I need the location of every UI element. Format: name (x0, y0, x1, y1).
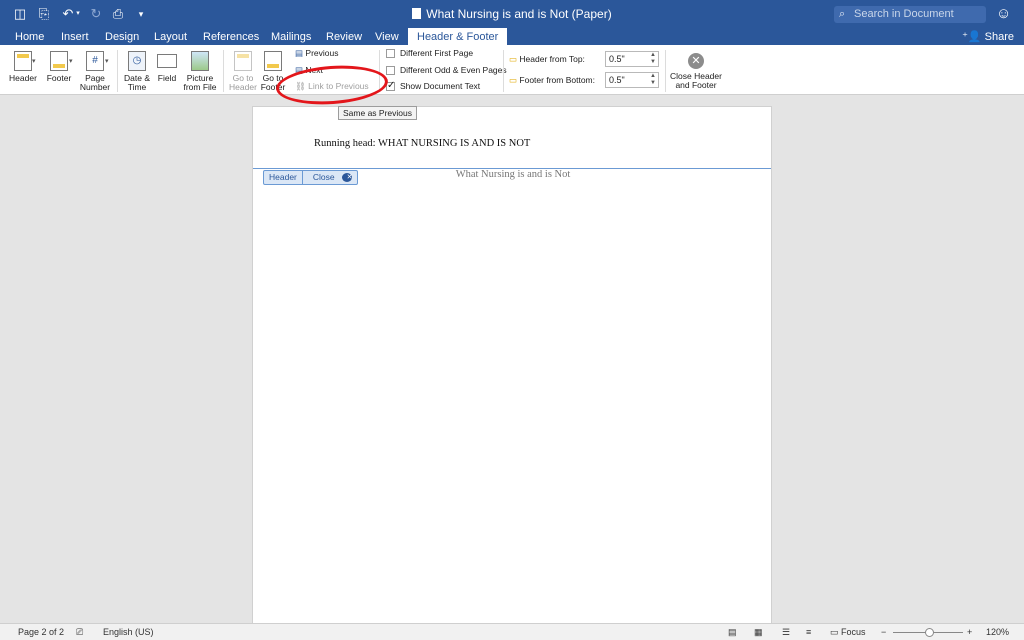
header-from-top-value: 0.5" (609, 54, 625, 64)
ribbon-tabs: Home Insert Design Layout References Mai… (0, 28, 1024, 45)
page-number-label-2: Number (79, 82, 111, 92)
header-from-top-label: ▭ Header from Top: (509, 54, 585, 65)
web-layout-icon[interactable]: ▦ (754, 627, 763, 638)
focus-label: Focus (841, 627, 866, 637)
header-from-top-text: Header from Top: (519, 54, 585, 64)
same-as-previous-tooltip: Same as Previous (338, 106, 417, 120)
share-button[interactable]: ⁺👤 Share (962, 30, 1014, 43)
picture-icon (191, 51, 209, 71)
previous-button[interactable]: ▤ Previous (295, 48, 338, 59)
zoom-level[interactable]: 120% (986, 627, 1009, 638)
go-to-footer-icon (264, 51, 282, 71)
tab-references[interactable]: References (203, 30, 259, 44)
header-icon (14, 51, 32, 71)
tab-review[interactable]: Review (326, 30, 362, 44)
ribbon-separator (665, 50, 666, 92)
tab-home[interactable]: Home (15, 30, 44, 44)
page-count[interactable]: Page 2 of 2 (18, 627, 64, 638)
show-document-text-label: Show Document Text (400, 81, 481, 91)
header-dropdown-icon[interactable]: ▾ (32, 57, 36, 65)
ribbon: Header ▾ Footer ▾ # Page Number ▾ ◷ Date… (0, 45, 1024, 95)
document-title-text: What Nursing is and is Not (Paper) (426, 7, 612, 21)
tab-mailings[interactable]: Mailings (271, 30, 311, 44)
close-icon: ✕ (688, 53, 704, 69)
calendar-clock-icon: ◷ (128, 51, 146, 71)
footer-button[interactable]: Footer (42, 51, 76, 83)
tab-layout[interactable]: Layout (154, 30, 187, 44)
stepper-arrows-icon[interactable]: ▲ ▼ (650, 73, 656, 87)
search-icon: ⌕ (839, 8, 846, 20)
zoom-slider-handle[interactable] (925, 628, 934, 637)
feedback-smiley-icon[interactable]: ☺ (996, 5, 1014, 23)
go-to-header-label-2: Header (229, 82, 257, 92)
footer-from-bottom-input[interactable]: 0.5" ▲ ▼ (605, 72, 659, 88)
status-bar: Page 2 of 2 ⎚ English (US) ▤ ▦ ☰ ≡ ▭ Foc… (0, 623, 1024, 640)
ribbon-separator (503, 50, 504, 92)
tab-design[interactable]: Design (105, 30, 139, 44)
go-to-header-icon (234, 51, 252, 71)
document-icon (412, 8, 422, 19)
tab-insert[interactable]: Insert (61, 30, 89, 44)
stepper-arrows-icon[interactable]: ▲ ▼ (650, 52, 656, 66)
ribbon-separator (117, 50, 118, 92)
document-page[interactable]: Running head: WHAT NURSING IS AND IS NOT… (252, 106, 772, 626)
close-header-footer-button[interactable]: ✕ Close Header and Footer (667, 53, 725, 90)
focus-icon: ▭ (830, 627, 839, 637)
proofing-icon[interactable]: ⎚ (76, 627, 83, 638)
picture-label-2: from File (183, 82, 217, 92)
header-position-icon: ▭ (509, 54, 518, 64)
outline-icon[interactable]: ☰ (782, 627, 790, 638)
document-canvas[interactable]: Running head: WHAT NURSING IS AND IS NOT… (0, 95, 1024, 626)
footer-dropdown-icon[interactable]: ▾ (69, 57, 73, 65)
field-label: Field (157, 73, 177, 83)
zoom-out-button[interactable]: − (881, 627, 886, 638)
field-button[interactable]: Field (154, 51, 180, 83)
header-button-label: Header (9, 73, 37, 83)
footer-position-icon: ▭ (509, 75, 518, 85)
go-to-header-button: Go to Header (227, 51, 259, 92)
search-placeholder: Search in Document (854, 8, 954, 20)
footer-from-bottom-label: ▭ Footer from Bottom: (509, 75, 595, 86)
different-odd-even-checkbox[interactable] (386, 66, 395, 75)
page-number-dropdown-icon[interactable]: ▾ (105, 57, 109, 65)
page-number-icon: # (86, 51, 104, 71)
tab-view[interactable]: View (375, 30, 399, 44)
draft-icon[interactable]: ≡ (806, 627, 811, 638)
different-first-page-checkbox[interactable] (386, 49, 395, 58)
print-layout-icon[interactable]: ▤ (728, 627, 737, 638)
header-button[interactable]: Header (6, 51, 40, 83)
tab-header-footer[interactable]: Header & Footer (408, 28, 508, 45)
focus-button[interactable]: ▭ Focus (830, 627, 866, 638)
zoom-in-button[interactable]: + (967, 627, 972, 638)
picture-from-file-button[interactable]: Picture from File (182, 51, 218, 92)
date-time-button[interactable]: ◷ Date & Time (121, 51, 153, 92)
footer-button-label: Footer (46, 73, 72, 83)
share-label: Share (984, 31, 1014, 43)
different-odd-even-label: Different Odd & Even Pages (400, 65, 507, 75)
footer-from-bottom-value: 0.5" (609, 75, 625, 85)
field-icon (157, 54, 177, 68)
footer-icon (50, 51, 68, 71)
search-input[interactable]: ⌕ Search in Document (834, 6, 986, 23)
ribbon-separator (223, 50, 224, 92)
footer-from-bottom-text: Footer from Bottom: (519, 75, 595, 85)
previous-label: Previous (305, 48, 339, 58)
date-time-label-2: Time (127, 82, 147, 92)
header-from-top-input[interactable]: 0.5" ▲ ▼ (605, 51, 659, 67)
title-bar: ◫ ⎘ ↶ ▾ ↻ ⎙ ▾ What Nursing is and is Not… (0, 0, 1024, 28)
close-header-footer-label-2: and Footer (675, 80, 717, 90)
add-person-icon: ⁺👤 (962, 31, 985, 43)
body-title-text[interactable]: What Nursing is and is Not (253, 169, 773, 180)
running-head-text[interactable]: Running head: WHAT NURSING IS AND IS NOT (314, 138, 530, 149)
previous-icon: ▤ (295, 48, 304, 58)
language[interactable]: English (US) (103, 627, 154, 638)
different-first-page-label: Different First Page (400, 48, 474, 58)
